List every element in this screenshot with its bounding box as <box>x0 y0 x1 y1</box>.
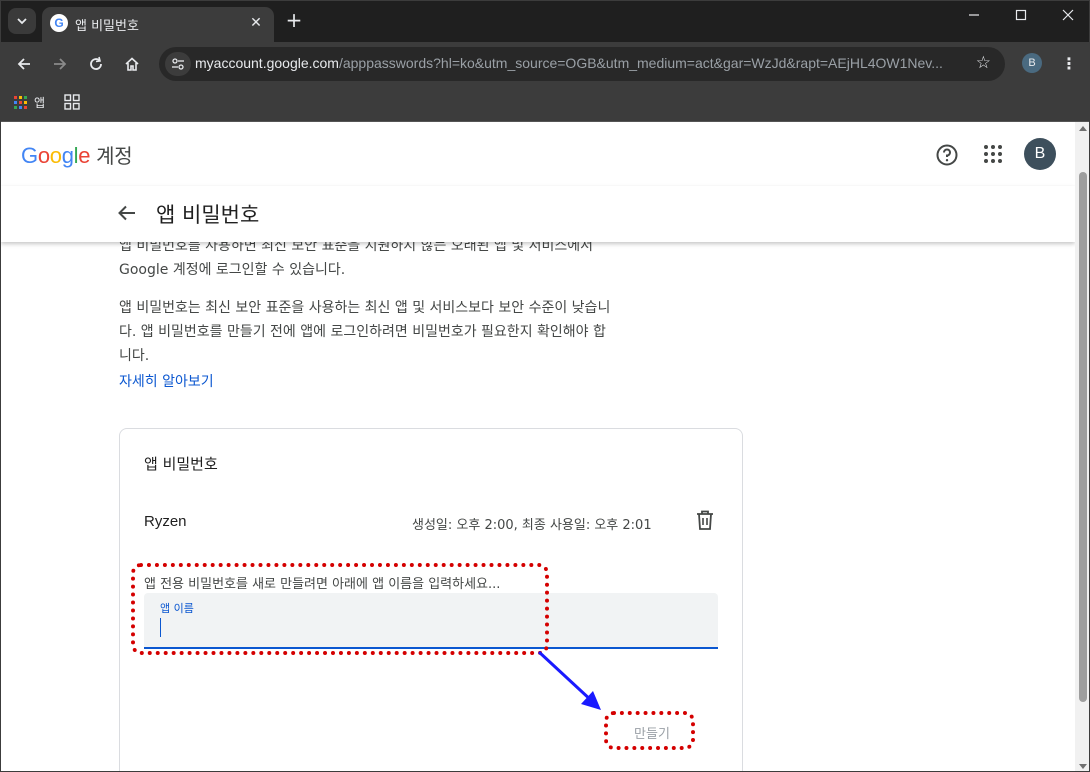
browser-tab[interactable]: G 앱 비밀번호 ✕ <box>42 7 274 42</box>
password-entry-name: Ryzen <box>144 513 187 530</box>
back-arrow-icon[interactable] <box>117 203 137 227</box>
apps-grid-color-icon <box>14 95 27 109</box>
google-favicon-icon: G <box>50 14 68 32</box>
url-text[interactable]: myaccount.google.com/apppasswords?hl=ko&… <box>195 55 967 71</box>
tab-close-icon[interactable]: ✕ <box>246 13 266 33</box>
password-entry-meta: 생성일: 오후 2:00, 최종 사용일: 오후 2:01 <box>412 518 652 533</box>
address-bar[interactable]: myaccount.google.com/apppasswords?hl=ko&… <box>159 47 1005 81</box>
reload-icon[interactable] <box>83 51 109 77</box>
browser-profile-avatar[interactable]: B <box>1022 53 1042 73</box>
new-tab-button[interactable]: + <box>283 9 305 31</box>
google-apps-icon[interactable] <box>983 144 1003 168</box>
help-icon[interactable] <box>935 143 959 171</box>
back-icon[interactable] <box>11 51 37 77</box>
bookmark-apps[interactable]: 앱 <box>14 94 45 111</box>
bookmark-star-icon[interactable]: ☆ <box>976 53 991 73</box>
account-avatar[interactable]: B <box>1024 138 1056 170</box>
chevron-down-icon <box>17 18 27 25</box>
browser-menu-icon[interactable]: ⋮ <box>1059 52 1079 76</box>
tab-strip: G 앱 비밀번호 ✕ + <box>1 1 1089 42</box>
scroll-down-icon[interactable] <box>1079 764 1087 769</box>
account-label: 계정 <box>96 144 133 168</box>
site-settings-icon[interactable] <box>165 52 191 76</box>
annotation-highlight-input <box>131 563 549 655</box>
minimize-icon[interactable] <box>961 9 987 33</box>
page-viewport: 앱 비밀번호를 사용하면 최신 보안 표준을 지원하지 않는 오래된 앱 및 서… <box>1 122 1075 771</box>
maximize-icon[interactable] <box>1008 9 1034 33</box>
tab-search-button[interactable] <box>8 8 36 34</box>
google-wordmark: Google <box>21 143 91 168</box>
bookmark-apps-label: 앱 <box>34 96 46 110</box>
home-icon[interactable] <box>119 51 145 77</box>
page-title: 앱 비밀번호 <box>156 203 260 227</box>
page-title-bar: 앱 비밀번호 <box>1 186 1075 242</box>
page-scrollbar[interactable] <box>1075 122 1089 771</box>
bookmarks-bar: 앱 <box>1 86 1089 122</box>
description-paragraph-2: 앱 비밀번호는 최신 보안 표준을 사용하는 최신 앱 및 서비스보다 보안 수… <box>119 300 611 364</box>
forward-icon[interactable] <box>47 51 73 77</box>
google-account-header: Google 계정 B <box>1 122 1075 186</box>
delete-password-trash-icon[interactable] <box>696 510 714 534</box>
annotation-arrow-icon <box>537 650 601 710</box>
annotation-highlight-create <box>604 711 695 750</box>
browser-toolbar: myaccount.google.com/apppasswords?hl=ko&… <box>1 42 1089 86</box>
card-title: 앱 비밀번호 <box>144 455 218 473</box>
google-account-logo[interactable]: Google 계정 <box>21 140 133 169</box>
scrollbar-thumb[interactable] <box>1079 172 1087 702</box>
browser-window: G 앱 비밀번호 ✕ + myaccount.google.com/apppas… <box>0 0 1090 772</box>
learn-more-link[interactable]: 자세히 알아보기 <box>119 371 214 391</box>
scroll-up-icon[interactable] <box>1079 126 1087 131</box>
tab-title: 앱 비밀번호 <box>75 19 139 34</box>
tab-groups-icon[interactable] <box>64 94 80 114</box>
close-icon[interactable] <box>1055 9 1081 33</box>
